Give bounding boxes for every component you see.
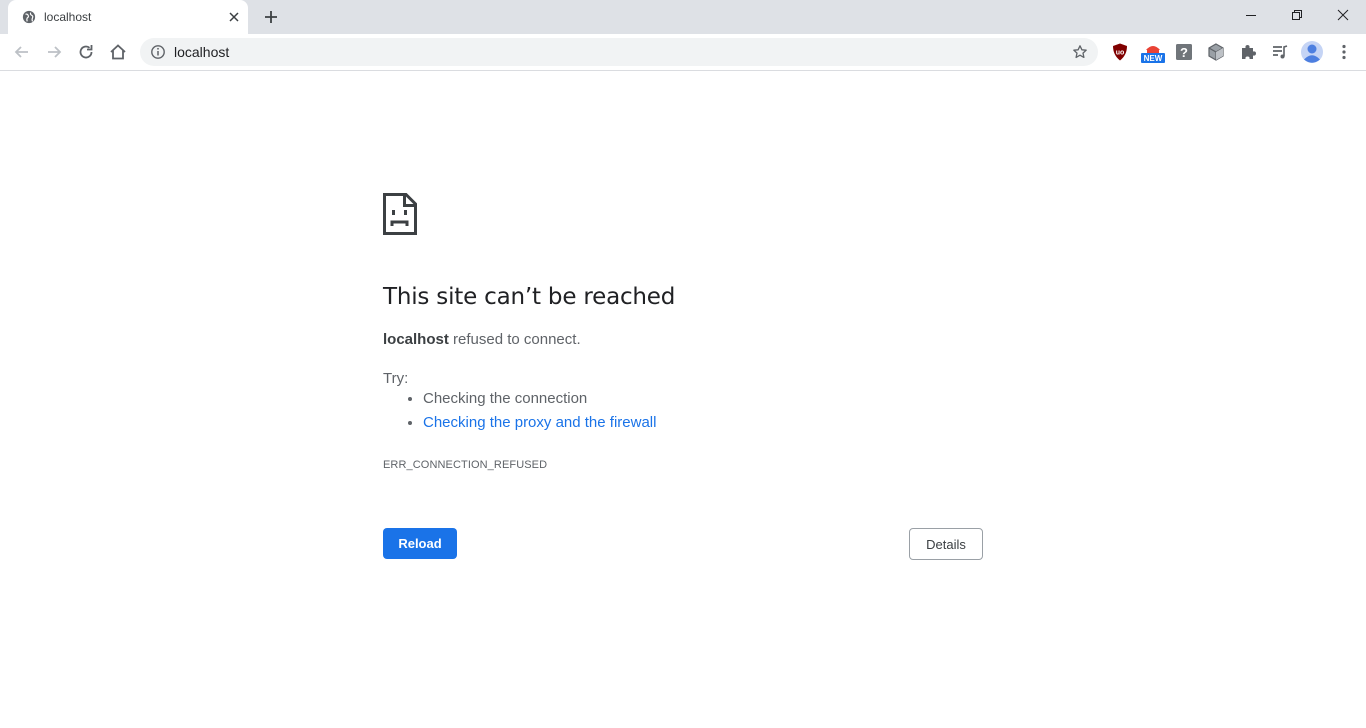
suggestions-list: Checking the connection Checking the pro…	[383, 387, 656, 435]
back-arrow-icon[interactable]	[12, 42, 32, 62]
bookmark-star-icon[interactable]	[1072, 44, 1088, 60]
reload-button[interactable]: Reload	[383, 528, 457, 559]
browser-toolbar: localhost uo NEW ?	[0, 34, 1366, 71]
try-label: Try:	[383, 370, 409, 387]
suggestion-check-proxy-item: Checking the proxy and the firewall	[423, 411, 656, 435]
restore-button[interactable]	[1274, 0, 1320, 30]
svg-text:NEW: NEW	[1144, 54, 1163, 63]
details-button[interactable]: Details	[909, 528, 983, 560]
menu-kebab-icon[interactable]	[1334, 42, 1354, 62]
media-queue-icon[interactable]	[1270, 42, 1290, 62]
address-bar[interactable]: localhost	[140, 38, 1098, 66]
check-proxy-firewall-link[interactable]: Checking the proxy and the firewall	[423, 414, 656, 431]
error-heading: This site can’t be reached	[383, 284, 676, 310]
close-window-button[interactable]	[1320, 0, 1366, 30]
error-code: ERR_CONNECTION_REFUSED	[383, 459, 548, 471]
home-icon[interactable]	[108, 42, 128, 62]
tab-title: localhost	[44, 10, 92, 24]
close-tab-icon[interactable]	[226, 9, 242, 25]
minimize-icon	[1246, 15, 1256, 16]
url-text[interactable]: localhost	[174, 44, 229, 60]
globe-icon	[22, 10, 36, 24]
error-summary-text: refused to connect.	[448, 331, 581, 348]
ublock-icon[interactable]: uo	[1110, 42, 1130, 62]
tab-strip: localhost	[0, 0, 1366, 34]
help-icon[interactable]: ?	[1174, 42, 1194, 62]
minimize-button[interactable]	[1228, 0, 1274, 30]
svg-text:?: ?	[1180, 45, 1188, 60]
new-tab-icon[interactable]	[262, 8, 280, 26]
profile-avatar-icon[interactable]	[1300, 40, 1324, 64]
new-badge-extension-icon[interactable]: NEW	[1140, 40, 1166, 64]
reload-icon[interactable]	[76, 42, 96, 62]
forward-arrow-icon[interactable]	[44, 42, 64, 62]
cube-icon[interactable]	[1206, 42, 1226, 62]
suggestion-check-connection: Checking the connection	[423, 387, 656, 411]
error-summary: localhost refused to connect.	[383, 331, 581, 348]
error-host: localhost	[383, 331, 449, 348]
tab-localhost[interactable]: localhost	[8, 0, 248, 34]
restore-icon	[1292, 10, 1302, 20]
info-icon[interactable]	[150, 44, 166, 60]
close-icon	[1337, 9, 1349, 21]
svg-text:uo: uo	[1116, 50, 1125, 57]
extensions-puzzle-icon[interactable]	[1238, 42, 1258, 62]
sad-page-icon	[383, 193, 417, 235]
